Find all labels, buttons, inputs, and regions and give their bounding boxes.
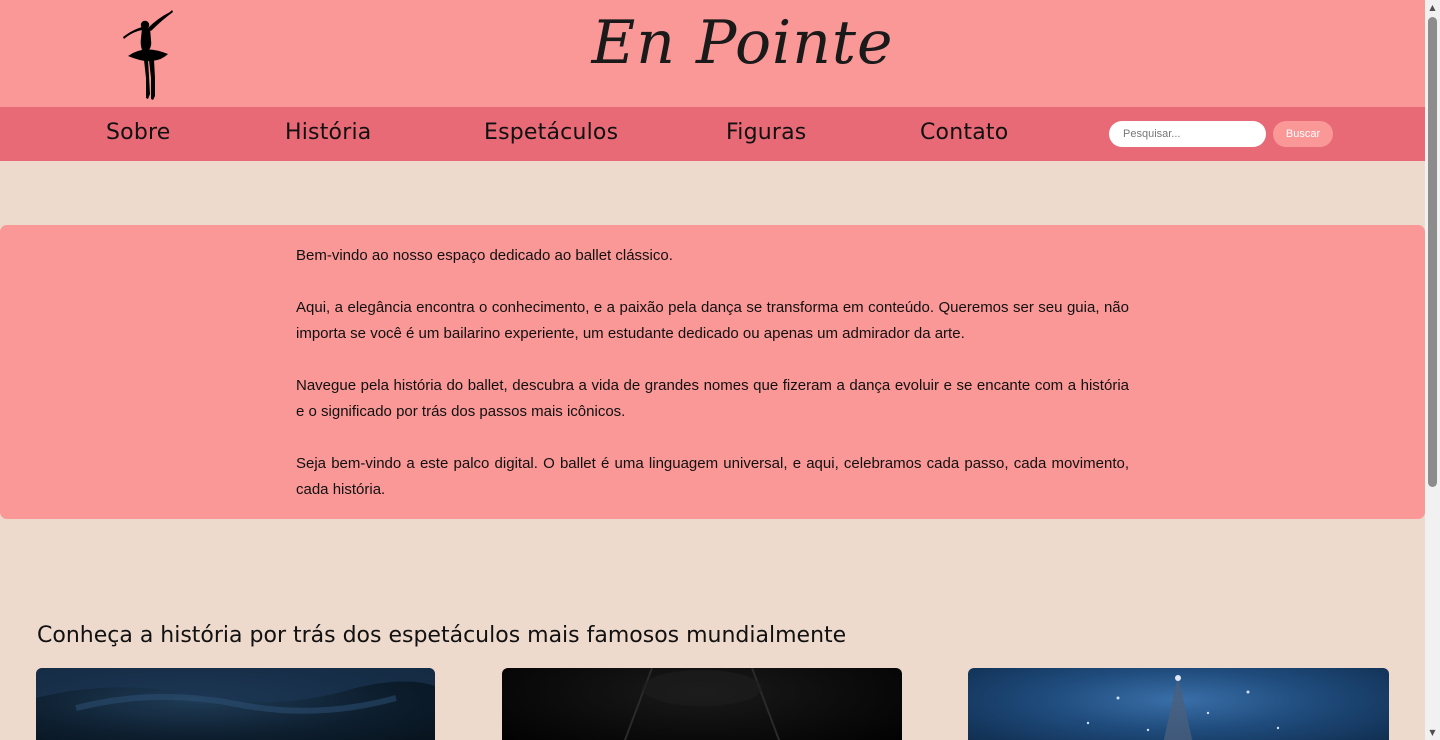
intro-paragraph: Seja bem-vindo a este palco digital. O b… (296, 455, 1129, 498)
search-input[interactable] (1109, 121, 1266, 147)
search-button[interactable]: Buscar (1273, 121, 1333, 147)
site-title[interactable]: En Pointe (0, 8, 1425, 78)
show-card-artwork (1086, 675, 1280, 740)
shows-section-title: Conheça a história por trás dos espetácu… (37, 623, 847, 648)
intro-card: Bem-vindo ao nosso espaço dedicado ao ba… (0, 225, 1425, 519)
scroll-down-arrow-icon[interactable]: ▼ (1425, 725, 1440, 740)
nav-link-contato[interactable]: Contato (920, 120, 1008, 145)
nav-link-figuras[interactable]: Figuras (726, 120, 806, 145)
show-card-artwork (36, 668, 435, 714)
nav-link-historia[interactable]: História (285, 120, 371, 145)
intro-text: Bem-vindo ao nosso espaço dedicado ao ba… (296, 243, 1129, 503)
page: En Pointe Sobre História Espetáculos Fig… (0, 0, 1425, 740)
nav-link-espetaculos[interactable]: Espetáculos (484, 120, 618, 145)
vertical-scrollbar[interactable]: ▲ ▼ (1425, 0, 1440, 740)
intro-paragraph: Aqui, a elegância encontra o conheciment… (296, 299, 1129, 342)
main-nav: Sobre História Espetáculos Figuras Conta… (0, 107, 1425, 161)
nav-link-sobre[interactable]: Sobre (106, 120, 171, 145)
show-card-artwork (623, 668, 781, 740)
intro-paragraph: Bem-vindo ao nosso espaço dedicado ao ba… (296, 247, 673, 264)
show-card-image[interactable] (502, 668, 902, 740)
show-card-image[interactable] (36, 668, 435, 740)
scroll-up-arrow-icon[interactable]: ▲ (1425, 0, 1440, 15)
intro-paragraph: Navegue pela história do ballet, descubr… (296, 377, 1129, 420)
site-header: En Pointe (0, 0, 1425, 107)
scroll-thumb[interactable] (1428, 17, 1437, 487)
show-card-image[interactable] (968, 668, 1389, 740)
